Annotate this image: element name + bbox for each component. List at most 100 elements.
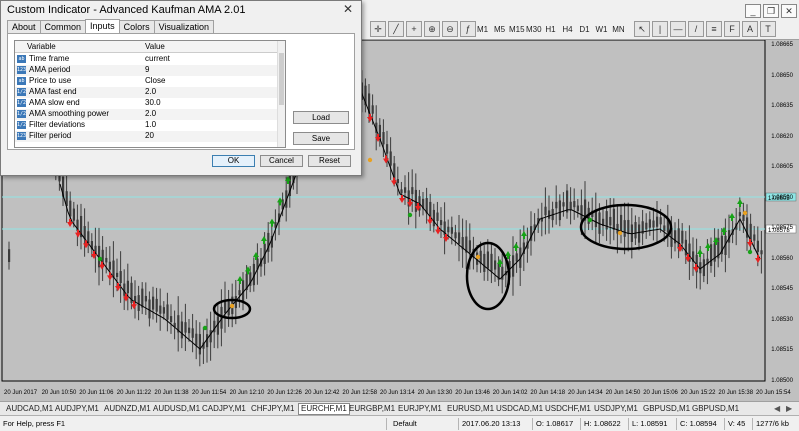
parameter-value[interactable]: 20 [145, 131, 154, 141]
time-axis-label: 20 Jun 11:06 [79, 390, 114, 396]
crosshair-icon[interactable]: ✛ [370, 21, 386, 37]
parameter-value[interactable]: 9 [145, 65, 149, 75]
symbol-tab[interactable]: EURJPY,M1 [396, 404, 444, 414]
new-order-icon[interactable]: + [406, 21, 422, 37]
signal-dot [97, 256, 103, 262]
candle-body [486, 251, 489, 269]
symbol-tab[interactable]: CHFJPY,M1 [249, 404, 296, 414]
close-window-icon[interactable]: ✕ [781, 4, 797, 18]
signal-dot [229, 303, 235, 309]
save-button[interactable]: Save [293, 132, 349, 145]
tabs-scroll-left-icon[interactable]: ◀ [774, 404, 780, 413]
load-button[interactable]: Load [293, 111, 349, 124]
parameter-row[interactable]: 123 AMA period 9 [15, 65, 278, 76]
parameter-value[interactable]: 30.0 [145, 98, 161, 108]
fibonacci-icon[interactable]: F [724, 21, 740, 37]
price-axis-label: 1.08605 [771, 164, 793, 171]
reset-button[interactable]: Reset [308, 155, 351, 167]
candle-body [623, 220, 626, 237]
timeframe-m30-button[interactable]: M30 [525, 21, 542, 37]
time-axis-label: 20 Jun 12:58 [342, 390, 377, 396]
candle-body [681, 230, 684, 244]
cancel-button[interactable]: Cancel [260, 155, 303, 167]
candle-body [141, 288, 144, 308]
dialog-close-icon[interactable]: ✕ [341, 3, 355, 17]
symbol-tab[interactable]: GBPUSD,M1 [690, 404, 741, 414]
parameter-value[interactable]: 2.0 [145, 87, 156, 97]
grid-scrollbar[interactable] [277, 41, 285, 147]
minimize-window-button[interactable]: _ [745, 4, 761, 18]
candle-body [609, 216, 612, 226]
tab-visualization[interactable]: Visualization [153, 20, 214, 33]
parameter-value[interactable]: 2.0 [145, 109, 156, 119]
status-divider [752, 418, 753, 430]
candle-body [126, 280, 129, 294]
tab-about[interactable]: About [7, 20, 41, 33]
line-tool-icon[interactable]: ╱ [388, 21, 404, 37]
symbol-tab[interactable]: AUDCAD,M1 [4, 404, 55, 414]
candle-body [612, 208, 615, 230]
grid-scrollbar-thumb[interactable] [279, 53, 284, 105]
parameter-value[interactable]: Close [145, 76, 165, 86]
status-profile[interactable]: Default [393, 419, 417, 428]
zoom-in-icon[interactable]: ⊕ [424, 21, 440, 37]
parameter-value[interactable]: 1.0 [145, 120, 156, 130]
parameter-row[interactable]: 1/2 Filter deviations 1.0 [15, 120, 278, 131]
ok-button[interactable]: OK [212, 155, 255, 167]
candle-body [738, 212, 741, 217]
channel-icon[interactable]: ≡ [706, 21, 722, 37]
symbol-tab[interactable]: AUDUSD,M1 [151, 404, 202, 414]
parameter-value[interactable]: current [145, 54, 170, 64]
symbol-tab[interactable]: AUDJPY,M1 [53, 404, 101, 414]
horizontal-line-icon[interactable]: — [670, 21, 686, 37]
zoom-out-icon[interactable]: ⊖ [442, 21, 458, 37]
symbol-tab[interactable]: USDCAD,M1 [494, 404, 545, 414]
dialog-title-bar[interactable]: Custom Indicator - Advanced Kaufman AMA … [1, 1, 361, 19]
timeframe-m15-button[interactable]: M15 [508, 21, 525, 37]
timeframe-w1-button[interactable]: W1 [593, 21, 610, 37]
candle-body [440, 220, 443, 226]
value-column-header[interactable]: Value [145, 42, 165, 51]
parameter-row[interactable]: 1/2 AMA smoothing power 2.0 [15, 109, 278, 120]
symbol-tab[interactable]: EURUSD,M1 [445, 404, 496, 414]
signal-dot [747, 249, 753, 255]
timeframe-mn-button[interactable]: MN [610, 21, 627, 37]
parameter-row[interactable]: ab Price to use Close [15, 76, 278, 87]
symbol-tab[interactable]: CADJPY,M1 [200, 404, 248, 414]
symbol-tab[interactable]: AUDNZD,M1 [102, 404, 153, 414]
parameter-row[interactable]: 123 Filter period 20 [15, 131, 278, 142]
status-help-text: For Help, press F1 [3, 419, 66, 428]
signal-dot [407, 212, 413, 218]
timeframe-m5-button[interactable]: M5 [491, 21, 508, 37]
parameter-row[interactable]: 1/2 AMA fast end 2.0 [15, 87, 278, 98]
symbol-tab[interactable]: USDJPY,M1 [592, 404, 640, 414]
tabs-scroll-right-icon[interactable]: ▶ [786, 404, 792, 413]
grid-header: Variable Value [15, 41, 278, 53]
time-axis-label: 20 Jun 14:02 [493, 390, 528, 396]
restore-window-button[interactable]: ❐ [763, 4, 779, 18]
timeframe-m1-button[interactable]: M1 [474, 21, 491, 37]
parameter-row[interactable]: 1/2 AMA slow end 30.0 [15, 98, 278, 109]
timeframe-h4-button[interactable]: H4 [559, 21, 576, 37]
tab-common[interactable]: Common [39, 20, 87, 33]
symbol-tab[interactable]: USDCHF,M1 [543, 404, 593, 414]
tab-inputs[interactable]: Inputs [85, 19, 120, 34]
int-icon: 123 [17, 66, 27, 74]
vertical-line-icon[interactable]: | [652, 21, 668, 37]
cursor-icon[interactable]: ↖ [634, 21, 650, 37]
tab-colors[interactable]: Colors [118, 20, 155, 33]
timeframe-d1-button[interactable]: D1 [576, 21, 593, 37]
candle-body [753, 234, 756, 241]
parameter-row[interactable]: ab Time frame current [15, 54, 278, 65]
symbol-tab[interactable]: EURGBP,M1 [347, 404, 397, 414]
symbol-tab[interactable]: EURCHF,M1 [298, 403, 350, 415]
variable-column-header[interactable]: Variable [27, 42, 56, 51]
symbol-tab[interactable]: GBPUSD,M1 [641, 404, 692, 414]
status-divider [532, 418, 533, 430]
text-tool-icon[interactable]: A [742, 21, 758, 37]
label-tool-icon[interactable]: T [760, 21, 776, 37]
candle-body [386, 144, 389, 154]
timeframe-h1-button[interactable]: H1 [542, 21, 559, 37]
candle-body [627, 219, 630, 235]
trendline-icon[interactable]: / [688, 21, 704, 37]
